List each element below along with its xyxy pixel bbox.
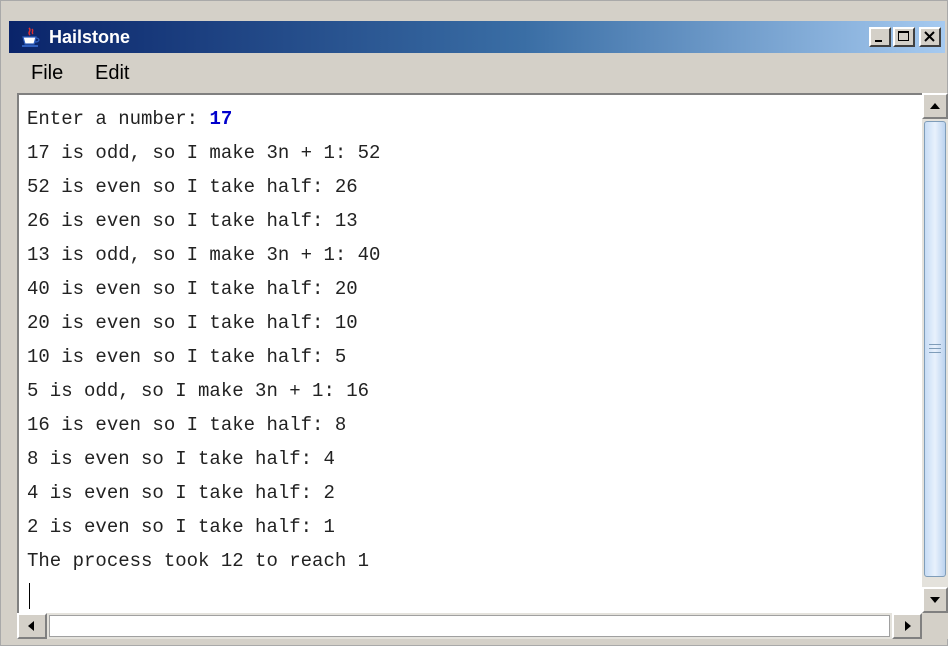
maximize-icon [898,31,909,41]
user-input-value: 17 [209,108,233,130]
scroll-right-button[interactable] [892,613,922,639]
output-line: 4 is even so I take half: 2 [27,482,335,504]
menu-bar: File Edit [9,55,945,91]
arrow-left-icon [28,621,34,631]
close-icon [924,31,935,42]
output-line: 2 is even so I take half: 1 [27,516,335,538]
text-caret [29,583,30,609]
prompt-line: Enter a number: 17 [27,107,380,141]
title-bar[interactable]: Hailstone [9,21,945,53]
vertical-scroll-thumb[interactable] [924,121,946,577]
output-line: 8 is even so I take half: 4 [27,448,335,470]
console-text-area[interactable]: Enter a number: 17 17 is odd, so I make … [17,93,922,613]
scroll-up-button[interactable] [922,93,948,119]
minimize-icon [875,40,882,42]
output-line: 5 is odd, so I make 3n + 1: 16 [27,380,370,402]
output-line: 13 is odd, so I make 3n + 1: 40 [27,244,381,266]
minimize-button[interactable] [869,27,891,47]
arrow-up-icon [930,103,940,109]
vertical-scrollbar[interactable] [922,93,948,613]
output-line: 17 is odd, so I make 3n + 1: 52 [27,142,381,164]
app-window: Hailstone File Edit Enter a number: 17 1… [0,0,948,646]
horizontal-scroll-track[interactable] [49,615,890,637]
console-output: Enter a number: 17 17 is odd, so I make … [27,107,380,583]
prompt-text: Enter a number: [27,108,210,130]
window-title: Hailstone [49,27,131,47]
output-line: 26 is even so I take half: 13 [27,210,358,232]
close-button[interactable] [919,27,941,47]
java-cup-icon [19,26,41,48]
horizontal-scrollbar[interactable] [17,613,922,639]
output-line: The process took 12 to reach 1 [27,550,370,572]
output-line: 16 is even so I take half: 8 [27,414,347,436]
output-line: 52 is even so I take half: 26 [27,176,358,198]
scrollbar-corner [922,613,948,639]
output-line: 20 is even so I take half: 10 [27,312,358,334]
grip-icon [929,344,941,353]
arrow-down-icon [930,597,940,603]
maximize-button[interactable] [893,27,915,47]
output-line: 40 is even so I take half: 20 [27,278,358,300]
menu-file[interactable]: File [31,61,63,85]
scroll-left-button[interactable] [17,613,47,639]
output-line: 10 is even so I take half: 5 [27,346,347,368]
arrow-right-icon [905,621,911,631]
menu-edit[interactable]: Edit [95,61,129,85]
scroll-down-button[interactable] [922,587,948,613]
